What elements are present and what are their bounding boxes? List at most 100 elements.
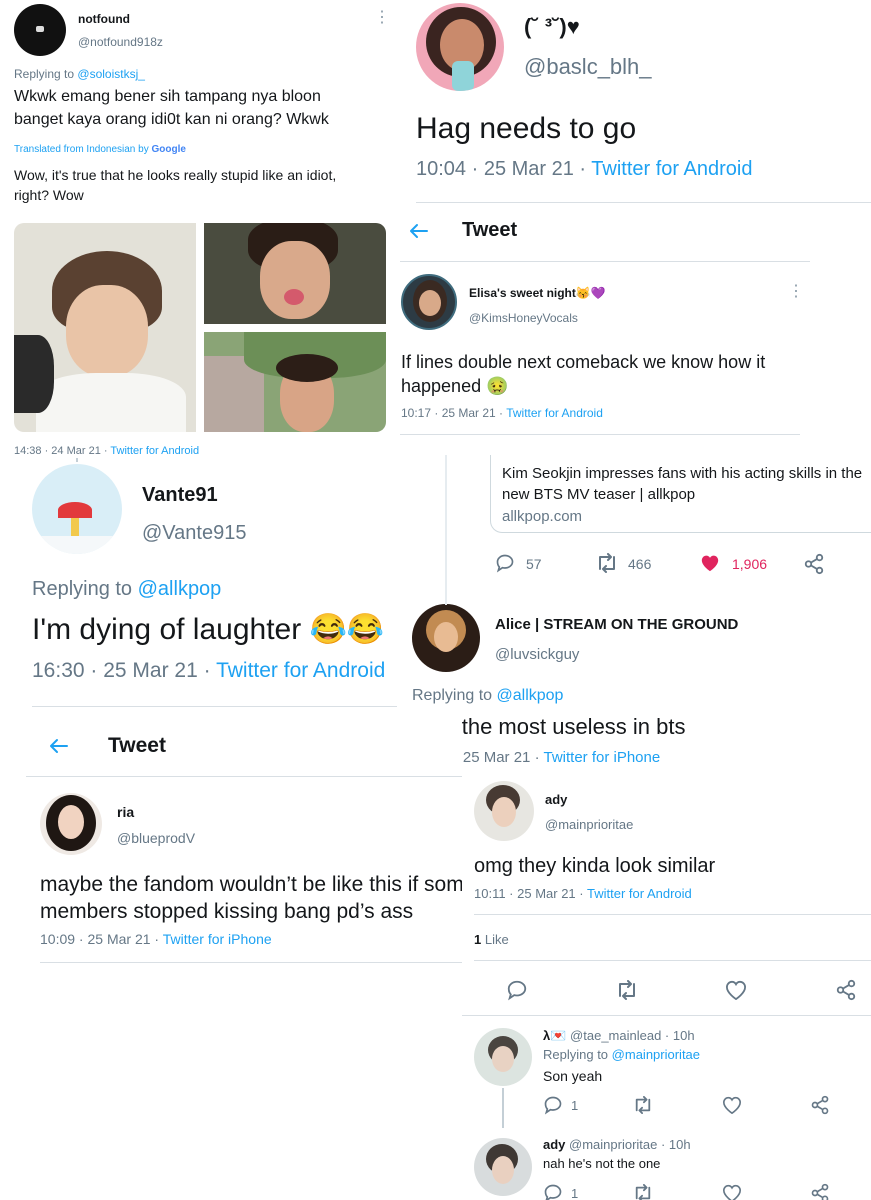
reply-icon[interactable]	[543, 1095, 563, 1115]
retweet-icon[interactable]	[614, 980, 640, 1000]
meta-client[interactable]: Twitter for Android	[587, 886, 692, 901]
display-name[interactable]: Alice | STREAM ON THE GROUND	[495, 616, 738, 633]
heart-icon[interactable]	[722, 1184, 742, 1200]
tweet-text-line1: If lines double next comeback we know ho…	[401, 352, 766, 372]
tweet-text-line2: banget kaya orang idi0t kan ni orang? Wk…	[14, 111, 329, 128]
back-arrow-icon[interactable]	[408, 223, 428, 239]
avatar-drink	[452, 61, 474, 91]
link-card-panel: Kim Seokjin impresses fans with his acti…	[447, 455, 871, 590]
share-icon[interactable]	[803, 553, 825, 575]
retweet-icon[interactable]	[595, 553, 619, 573]
replying-line: Replying to @allkpop	[32, 578, 221, 601]
retweet-count: 466	[628, 556, 652, 572]
photo-bottom-right[interactable]	[204, 332, 386, 432]
avatar[interactable]	[474, 781, 534, 841]
translation-credit[interactable]: Translated from Indonesian by Google	[14, 144, 186, 155]
display-name[interactable]: ady	[543, 1137, 565, 1152]
handle[interactable]: @mainprioritae	[545, 817, 633, 832]
avatar-face	[492, 1156, 514, 1184]
avatar-umbrella	[58, 502, 92, 518]
more-icon[interactable]: ⋮	[788, 284, 804, 300]
google-logo: Google	[151, 144, 186, 155]
avatar[interactable]	[474, 1028, 532, 1086]
avatar[interactable]	[401, 274, 457, 330]
share-icon[interactable]	[835, 979, 857, 1001]
avatar[interactable]	[474, 1138, 532, 1196]
handle[interactable]: @KimsHoneyVocals	[469, 311, 578, 325]
replying-to-link[interactable]: @soloistksj_	[77, 67, 145, 81]
tweet-meta: 16:30 · 25 Mar 21 · Twitter for Android	[32, 659, 385, 683]
divider	[40, 962, 462, 963]
tweet-baslc: (˘ ³˘)♥ @baslc_blh_ Hag needs to go 10:0…	[400, 0, 871, 205]
more-icon[interactable]: ⋮	[374, 10, 390, 26]
handle[interactable]: @baslc_blh_	[524, 54, 652, 80]
meta-client[interactable]: Twitter for Android	[591, 158, 752, 180]
translation-line1: Wow, it's true that he looks really stup…	[14, 167, 337, 183]
divider	[474, 960, 871, 961]
reply-count: 57	[526, 556, 542, 572]
replying-to-link[interactable]: @mainprioritae	[612, 1047, 700, 1062]
meta-client[interactable]: Twitter for iPhone	[543, 749, 660, 766]
meta-client[interactable]: Twitter for Android	[506, 406, 603, 420]
divider	[400, 434, 800, 435]
share-icon[interactable]	[810, 1183, 830, 1200]
display-name[interactable]: λ💌	[543, 1028, 566, 1043]
tweet-meta: 10:11 · 25 Mar 21 · Twitter for Android	[474, 886, 692, 901]
reply-icon[interactable]	[506, 979, 528, 1001]
retweet-icon[interactable]	[632, 1184, 654, 1200]
handle[interactable]: @luvsickguy	[495, 646, 579, 663]
tweet-meta: 10:17 · 25 Mar 21 · Twitter for Android	[401, 406, 603, 420]
avatar[interactable]	[412, 604, 480, 672]
meta-client[interactable]: Twitter for Android	[110, 445, 199, 457]
header-divider	[26, 776, 462, 777]
likes-count: 1	[474, 932, 482, 947]
replying-prefix: Replying to	[543, 1047, 609, 1062]
handle[interactable]: @blueprodV	[117, 830, 195, 846]
photo-top-right[interactable]	[204, 223, 386, 324]
replying-prefix: Replying to	[32, 578, 133, 600]
meta-client[interactable]: Twitter for iPhone	[163, 931, 272, 947]
tweet-meta: 10:04 · 25 Mar 21 · Twitter for Android	[416, 158, 752, 181]
heart-icon[interactable]	[722, 1096, 742, 1114]
likes-summary[interactable]: 1 Like	[474, 932, 509, 947]
link-title-line1: Kim Seokjin impresses fans with his acti…	[502, 465, 863, 482]
share-icon[interactable]	[810, 1095, 830, 1115]
reply-icon[interactable]	[495, 553, 515, 573]
replying-to-link[interactable]: @allkpop	[497, 687, 564, 704]
avatar[interactable]	[416, 3, 504, 91]
translated-prefix: Translated from Indonesian by	[14, 144, 149, 155]
display-name[interactable]: ady	[545, 792, 567, 807]
avatar-face	[434, 622, 458, 652]
replying-prefix: Replying to	[412, 687, 493, 704]
handle[interactable]: @notfound918z	[78, 35, 163, 49]
tweet-text: I'm dying of laughter 😂😂	[32, 613, 385, 646]
divider	[32, 706, 397, 707]
meta-client[interactable]: Twitter for Android	[216, 659, 385, 682]
handle[interactable]: @Vante915	[142, 522, 246, 545]
handle-time[interactable]: @tae_mainlead · 10h	[570, 1028, 695, 1043]
back-arrow-icon[interactable]	[48, 738, 68, 754]
avatar-face	[58, 805, 84, 839]
avatar[interactable]	[14, 4, 66, 56]
heart-icon[interactable]	[725, 980, 747, 1000]
display-name[interactable]: notfound	[78, 12, 130, 26]
display-name[interactable]: Elisa's sweet night😽💜	[469, 286, 606, 300]
photo-left[interactable]	[14, 223, 196, 432]
display-name[interactable]: Vante91	[142, 484, 218, 507]
display-name[interactable]: ria	[117, 804, 134, 820]
meta-time: 16:30 · 25 Mar 21 ·	[32, 659, 211, 682]
tweet-vante: Vante91 @Vante915 Replying to @allkpop I…	[0, 458, 400, 713]
reply-ady: ady @mainprioritae · 10h nah he's not th…	[462, 1128, 871, 1200]
display-name[interactable]: (˘ ³˘)♥	[524, 14, 580, 40]
tweet-text-line1: maybe the fandom wouldn’t be like this i…	[40, 873, 462, 896]
handle-time[interactable]: @mainprioritae · 10h	[569, 1137, 691, 1152]
reply-icon[interactable]	[543, 1183, 563, 1200]
meta-time: 10:11 · 25 Mar 21 ·	[474, 886, 584, 901]
avatar[interactable]	[32, 464, 122, 554]
replying-to-link[interactable]: @allkpop	[138, 578, 222, 600]
avatar[interactable]	[40, 793, 102, 855]
retweet-icon[interactable]	[632, 1096, 654, 1114]
heart-filled-icon[interactable]	[700, 554, 720, 572]
replying-line: Replying to @allkpop	[412, 687, 563, 705]
meta-time: 10:04 · 25 Mar 21 ·	[416, 158, 587, 180]
